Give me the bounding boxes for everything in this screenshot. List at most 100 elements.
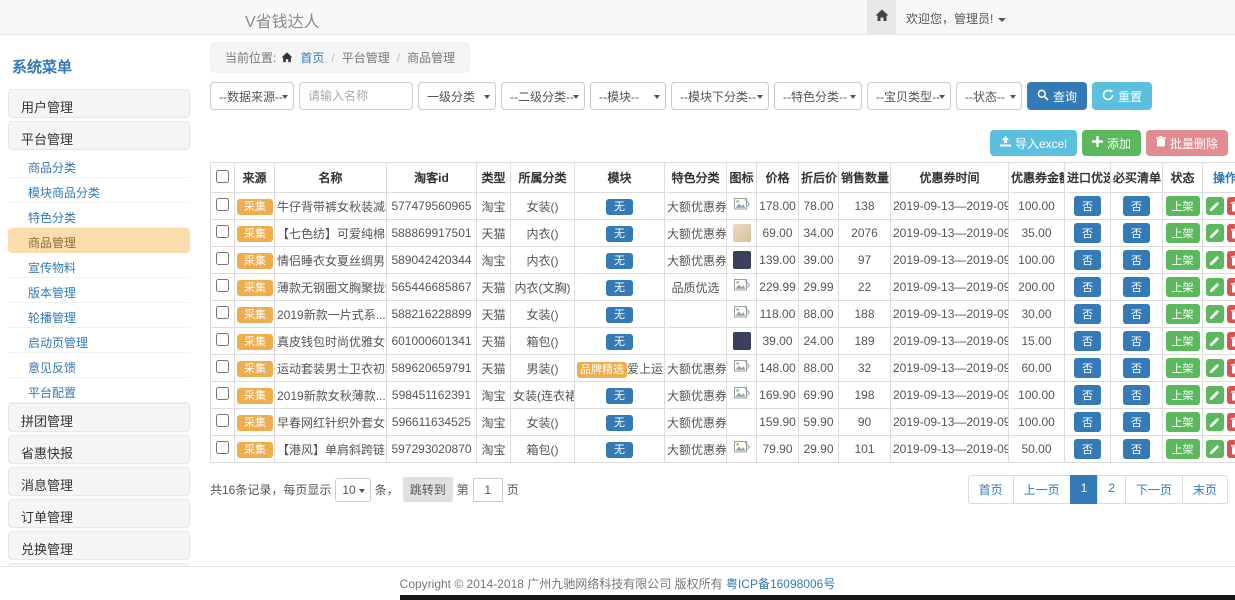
filter-select-5[interactable]: --宝贝类型-- bbox=[867, 82, 951, 110]
sidebar-item-消息管理[interactable]: 消息管理 bbox=[8, 467, 190, 496]
status-toggle[interactable]: 上架 bbox=[1166, 358, 1200, 378]
edit-button[interactable] bbox=[1206, 386, 1224, 404]
status-toggle[interactable]: 上架 bbox=[1166, 331, 1200, 351]
sidebar-item-商品分类[interactable]: 商品分类 bbox=[8, 153, 190, 178]
filter-select-6[interactable]: --状态-- bbox=[956, 82, 1022, 110]
edit-button[interactable] bbox=[1206, 197, 1224, 215]
batch-delete-button[interactable]: 批量删除 bbox=[1146, 130, 1228, 156]
delete-button[interactable] bbox=[1227, 197, 1235, 215]
reset-button[interactable]: 重置 bbox=[1092, 82, 1152, 110]
sidebar-item-模块商品分类[interactable]: 模块商品分类 bbox=[8, 178, 190, 203]
must-buy-toggle[interactable]: 否 bbox=[1123, 196, 1150, 216]
edit-button[interactable] bbox=[1206, 413, 1224, 431]
delete-button[interactable] bbox=[1227, 224, 1235, 242]
must-buy-toggle[interactable]: 否 bbox=[1123, 439, 1150, 459]
sidebar-item-版本管理[interactable]: 版本管理 bbox=[8, 278, 190, 303]
icp-link[interactable]: 粤ICP备16098006号 bbox=[726, 575, 835, 592]
sidebar-item-兑换管理[interactable]: 兑换管理 bbox=[8, 531, 190, 560]
must-buy-toggle[interactable]: 否 bbox=[1123, 385, 1150, 405]
add-button[interactable]: 添加 bbox=[1082, 130, 1141, 156]
row-checkbox[interactable] bbox=[216, 333, 229, 346]
status-toggle[interactable]: 上架 bbox=[1166, 412, 1200, 432]
row-checkbox[interactable] bbox=[216, 225, 229, 238]
must-buy-toggle[interactable]: 否 bbox=[1123, 250, 1150, 270]
sidebar-item-启动页管理[interactable]: 启动页管理 bbox=[8, 328, 190, 353]
filter-select-4[interactable]: --特色分类-- bbox=[774, 82, 862, 110]
edit-button[interactable] bbox=[1206, 359, 1224, 377]
home-button[interactable] bbox=[867, 0, 896, 34]
page-button-首页[interactable]: 首页 bbox=[968, 475, 1014, 504]
import-select-toggle[interactable]: 否 bbox=[1074, 358, 1101, 378]
must-buy-toggle[interactable]: 否 bbox=[1123, 304, 1150, 324]
edit-button[interactable] bbox=[1206, 278, 1224, 296]
edit-button[interactable] bbox=[1206, 440, 1224, 458]
delete-button[interactable] bbox=[1227, 413, 1235, 431]
import-select-toggle[interactable]: 否 bbox=[1074, 223, 1101, 243]
sidebar-item-特色分类[interactable]: 特色分类 bbox=[8, 203, 190, 228]
filter-select-1[interactable]: --二级分类-- bbox=[501, 82, 585, 110]
edit-button[interactable] bbox=[1206, 305, 1224, 323]
import-select-toggle[interactable]: 否 bbox=[1074, 277, 1101, 297]
import-select-toggle[interactable]: 否 bbox=[1074, 196, 1101, 216]
row-checkbox[interactable] bbox=[216, 441, 229, 454]
delete-button[interactable] bbox=[1227, 440, 1235, 458]
import-select-toggle[interactable]: 否 bbox=[1074, 250, 1101, 270]
import-select-toggle[interactable]: 否 bbox=[1074, 439, 1101, 459]
edit-button[interactable] bbox=[1206, 251, 1224, 269]
delete-button[interactable] bbox=[1227, 359, 1235, 377]
status-toggle[interactable]: 上架 bbox=[1166, 304, 1200, 324]
sidebar-item-意见反馈[interactable]: 意见反馈 bbox=[8, 353, 190, 378]
status-toggle[interactable]: 上架 bbox=[1166, 196, 1200, 216]
import-select-toggle[interactable]: 否 bbox=[1074, 304, 1101, 324]
status-toggle[interactable]: 上架 bbox=[1166, 223, 1200, 243]
import-excel-button[interactable]: 导入excel bbox=[990, 130, 1077, 156]
page-button-1[interactable]: 1 bbox=[1070, 475, 1099, 504]
row-checkbox[interactable] bbox=[216, 414, 229, 427]
sidebar-item-平台管理[interactable]: 平台管理 bbox=[8, 121, 190, 150]
sidebar-item-平台配置[interactable]: 平台配置 bbox=[8, 378, 190, 403]
must-buy-toggle[interactable]: 否 bbox=[1123, 277, 1150, 297]
edit-button[interactable] bbox=[1206, 332, 1224, 350]
filter-select-2[interactable]: --模块-- bbox=[590, 82, 666, 110]
jump-button[interactable]: 跳转到 bbox=[403, 477, 453, 502]
delete-button[interactable] bbox=[1227, 251, 1235, 269]
sidebar-item-省惠快报[interactable]: 省惠快报 bbox=[8, 435, 190, 464]
must-buy-toggle[interactable]: 否 bbox=[1123, 223, 1150, 243]
edit-button[interactable] bbox=[1206, 224, 1224, 242]
sidebar-item-商品管理[interactable]: 商品管理 bbox=[8, 228, 190, 253]
per-page-select[interactable]: 10 bbox=[335, 478, 370, 502]
sidebar-item-拼团管理[interactable]: 拼团管理 bbox=[8, 403, 190, 432]
query-button[interactable]: 查询 bbox=[1027, 82, 1087, 110]
status-toggle[interactable]: 上架 bbox=[1166, 385, 1200, 405]
page-button-下一页[interactable]: 下一页 bbox=[1125, 475, 1183, 504]
delete-button[interactable] bbox=[1227, 386, 1235, 404]
filter-select-source[interactable]: --数据来源-- bbox=[210, 82, 294, 110]
row-checkbox[interactable] bbox=[216, 279, 229, 292]
delete-button[interactable] bbox=[1227, 332, 1235, 350]
import-select-toggle[interactable]: 否 bbox=[1074, 385, 1101, 405]
filter-select-3[interactable]: --模块下分类-- bbox=[671, 82, 769, 110]
row-checkbox[interactable] bbox=[216, 252, 229, 265]
sidebar-item-用户管理[interactable]: 用户管理 bbox=[8, 89, 190, 118]
filter-select-0[interactable]: 一级分类 bbox=[418, 82, 496, 110]
must-buy-toggle[interactable]: 否 bbox=[1123, 358, 1150, 378]
status-toggle[interactable]: 上架 bbox=[1166, 277, 1200, 297]
must-buy-toggle[interactable]: 否 bbox=[1123, 412, 1150, 432]
row-checkbox[interactable] bbox=[216, 306, 229, 319]
select-all-checkbox[interactable] bbox=[216, 170, 229, 183]
delete-button[interactable] bbox=[1227, 305, 1235, 323]
must-buy-toggle[interactable]: 否 bbox=[1123, 331, 1150, 351]
page-button-末页[interactable]: 末页 bbox=[1182, 475, 1228, 504]
sidebar-item-轮播管理[interactable]: 轮播管理 bbox=[8, 303, 190, 328]
row-checkbox[interactable] bbox=[216, 387, 229, 400]
user-menu[interactable]: 欢迎您，管理员! bbox=[906, 10, 1006, 27]
import-select-toggle[interactable]: 否 bbox=[1074, 331, 1101, 351]
page-number-input[interactable] bbox=[473, 478, 503, 502]
sidebar-item-宣传物料[interactable]: 宣传物料 bbox=[8, 253, 190, 278]
sidebar-item-订单管理[interactable]: 订单管理 bbox=[8, 499, 190, 528]
delete-button[interactable] bbox=[1227, 278, 1235, 296]
row-checkbox[interactable] bbox=[216, 360, 229, 373]
name-search-input[interactable] bbox=[299, 82, 413, 110]
breadcrumb-home-link[interactable]: 首页 bbox=[300, 49, 324, 66]
status-toggle[interactable]: 上架 bbox=[1166, 250, 1200, 270]
